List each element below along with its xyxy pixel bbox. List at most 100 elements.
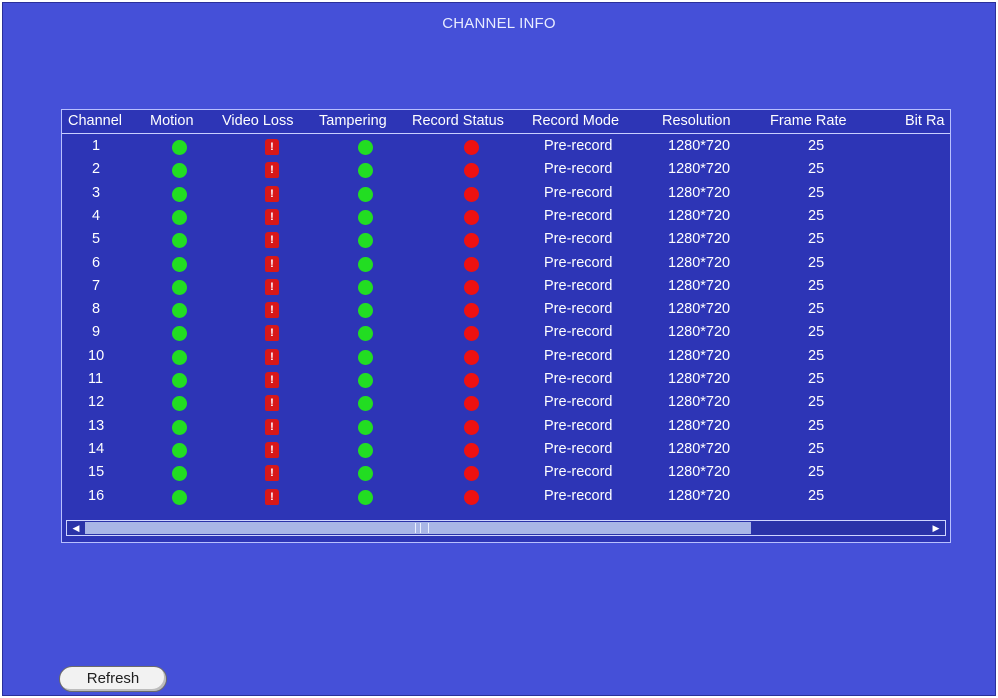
- green-dot-icon: [358, 279, 373, 295]
- green-dot-icon: [358, 186, 373, 202]
- frame-rate-value: 25: [808, 347, 825, 364]
- table-row: 5! Pre-record 1280*720 25: [62, 229, 950, 252]
- red-dot-icon: [464, 349, 479, 365]
- record-mode-value: Pre-record: [544, 394, 613, 411]
- resolution-value: 1280*720: [668, 464, 731, 481]
- red-dot-icon: [464, 419, 479, 435]
- green-dot-icon: [172, 442, 187, 458]
- green-dot-icon: [358, 442, 373, 458]
- frame-rate-value: 25: [808, 184, 825, 201]
- frame-rate-value: 25: [808, 440, 825, 457]
- scroll-left-arrow-icon[interactable]: ◀: [68, 522, 84, 534]
- green-dot-icon: [172, 303, 187, 319]
- green-dot-icon: [172, 140, 187, 155]
- video-loss-warning-icon: !: [265, 232, 279, 249]
- frame-rate-value: 25: [808, 371, 825, 387]
- video-loss-warning-icon: !: [265, 302, 279, 319]
- resolution-value: 1280*720: [668, 324, 731, 341]
- channel-number: 1: [92, 138, 101, 154]
- video-loss-warning-icon: !: [265, 139, 279, 155]
- frame-rate-value: 25: [808, 138, 825, 154]
- green-dot-icon: [172, 419, 187, 435]
- table-row: 13! Pre-record 1280*720 25: [62, 416, 950, 439]
- frame-rate-value: 25: [808, 394, 825, 411]
- green-dot-icon: [172, 186, 187, 202]
- video-loss-warning-icon: !: [265, 255, 279, 272]
- video-loss-warning-icon: !: [265, 418, 279, 435]
- green-dot-icon: [358, 256, 373, 272]
- green-dot-icon: [172, 489, 187, 505]
- red-dot-icon: [464, 279, 479, 295]
- channel-number: 9: [92, 324, 101, 341]
- green-dot-icon: [172, 326, 187, 342]
- frame-rate-value: 25: [808, 487, 825, 504]
- table-row: 1! Pre-record 1280*720 25: [62, 136, 950, 159]
- table-row: 14! Pre-record 1280*720 25: [62, 439, 950, 462]
- channel-number: 14: [88, 440, 105, 457]
- green-dot-icon: [172, 279, 187, 295]
- frame-rate-value: 25: [808, 161, 825, 178]
- column-header-motion: Motion: [150, 113, 194, 129]
- red-dot-icon: [464, 466, 479, 482]
- table-row: 10! Pre-record 1280*720 25: [62, 346, 950, 369]
- channel-info-window: CHANNEL INFO Channel Motion Video Loss T…: [2, 2, 996, 696]
- video-loss-warning-icon: !: [265, 372, 279, 388]
- green-dot-icon: [358, 396, 373, 412]
- table-row: 12! Pre-record 1280*720 25: [62, 392, 950, 415]
- video-loss-warning-icon: !: [265, 185, 279, 202]
- page-title: CHANNEL INFO: [442, 15, 556, 32]
- channel-number: 11: [88, 371, 104, 387]
- green-dot-icon: [358, 140, 373, 155]
- channel-info-table: Channel Motion Video Loss Tampering Reco…: [61, 109, 951, 543]
- scrollbar-grip-icon: [415, 523, 429, 533]
- record-mode-value: Pre-record: [544, 371, 613, 387]
- channel-number: 12: [88, 394, 105, 411]
- column-header-tampering: Tampering: [319, 113, 387, 129]
- record-mode-value: Pre-record: [544, 301, 613, 318]
- green-dot-icon: [172, 373, 187, 388]
- frame-rate-value: 25: [808, 324, 825, 341]
- record-mode-value: Pre-record: [544, 464, 613, 481]
- resolution-value: 1280*720: [668, 161, 731, 178]
- record-mode-value: Pre-record: [544, 487, 613, 504]
- resolution-value: 1280*720: [668, 440, 731, 457]
- record-mode-value: Pre-record: [544, 277, 613, 294]
- table-row: 3! Pre-record 1280*720 25: [62, 183, 950, 206]
- scrollbar-thumb[interactable]: [85, 522, 751, 534]
- frame-rate-value: 25: [808, 207, 825, 224]
- channel-number: 2: [92, 161, 101, 178]
- record-mode-value: Pre-record: [544, 138, 613, 154]
- table-row: 6! Pre-record 1280*720 25: [62, 253, 950, 276]
- horizontal-scrollbar[interactable]: ◀ ▶: [66, 520, 946, 536]
- record-mode-value: Pre-record: [544, 207, 613, 224]
- column-header-record-mode: Record Mode: [532, 113, 620, 129]
- green-dot-icon: [358, 489, 373, 505]
- video-loss-warning-icon: !: [265, 441, 279, 458]
- green-dot-icon: [358, 419, 373, 435]
- channel-number: 16: [88, 487, 105, 504]
- column-header-channel: Channel: [68, 113, 123, 129]
- resolution-value: 1280*720: [668, 138, 731, 154]
- table-row: 16! Pre-record 1280*720 25: [62, 486, 950, 509]
- green-dot-icon: [358, 303, 373, 319]
- resolution-value: 1280*720: [668, 417, 731, 434]
- table-row: 11! Pre-record 1280*720 25: [62, 369, 950, 392]
- green-dot-icon: [358, 349, 373, 365]
- resolution-value: 1280*720: [668, 207, 731, 224]
- red-dot-icon: [464, 303, 479, 319]
- green-dot-icon: [358, 466, 373, 482]
- green-dot-icon: [172, 466, 187, 482]
- resolution-value: 1280*720: [668, 347, 731, 364]
- resolution-value: 1280*720: [668, 277, 731, 294]
- record-mode-value: Pre-record: [544, 184, 613, 201]
- channel-number: 10: [88, 347, 105, 364]
- video-loss-warning-icon: !: [265, 162, 279, 179]
- channel-number: 13: [88, 417, 105, 434]
- refresh-button[interactable]: Refresh: [59, 666, 167, 692]
- video-loss-warning-icon: !: [265, 395, 279, 412]
- red-dot-icon: [464, 186, 479, 202]
- video-loss-warning-icon: !: [265, 348, 279, 365]
- scroll-right-arrow-icon[interactable]: ▶: [928, 522, 944, 534]
- green-dot-icon: [172, 396, 187, 412]
- column-header-bit-rate: Bit Ra: [905, 113, 945, 129]
